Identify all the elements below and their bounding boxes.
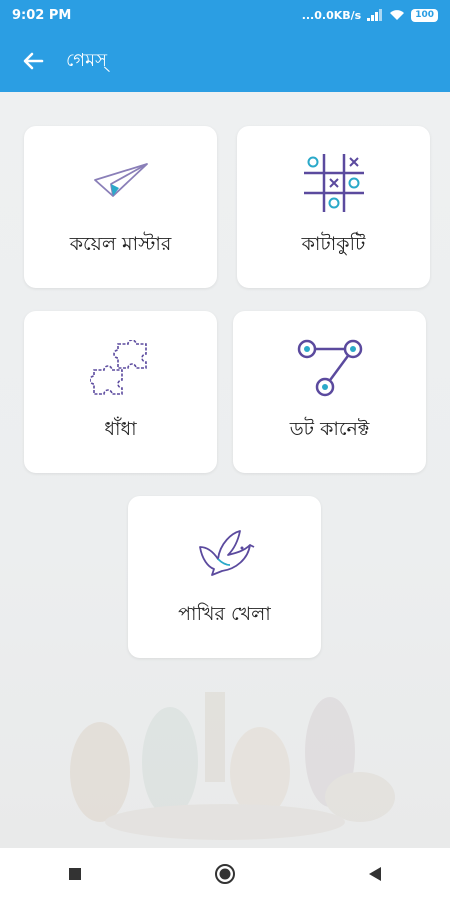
triangle-back-icon (369, 867, 381, 881)
game-label-coil-master: কয়েল মাস্টার (69, 233, 172, 255)
paper-plane-icon (86, 148, 156, 218)
back-button[interactable] (345, 854, 405, 894)
background-people-illustration (70, 692, 395, 840)
game-card-coil-master[interactable]: কয়েল মাস্টার (24, 126, 217, 288)
game-label-bird-game: পাখির খেলা (178, 603, 271, 625)
square-icon (69, 868, 81, 880)
signal-icon (367, 9, 383, 21)
puzzle-icon (86, 333, 156, 403)
battery-icon: 100 (411, 8, 438, 22)
network-speed: ...0.0KB/s (301, 8, 362, 22)
back-arrow-button[interactable] (8, 36, 58, 86)
game-label-puzzle: ধাঁধা (104, 418, 137, 440)
arrow-left-icon (23, 52, 44, 70)
circle-icon (215, 864, 235, 884)
game-card-tic-tac-toe[interactable]: কাটাকুটি (237, 126, 430, 288)
bird-icon (190, 518, 260, 588)
app-bar: গেমস্ (0, 30, 450, 92)
game-label-tic-tac-toe: কাটাকুটি (301, 233, 366, 255)
status-time: 9:02 PM (12, 7, 72, 23)
status-indicators: ...0.0KB/s 100 (301, 8, 438, 22)
game-card-bird-game[interactable]: পাখির খেলা (128, 496, 321, 658)
tic-tac-toe-icon (299, 148, 369, 218)
games-content: কয়েল মাস্টার কাটাকুটি ধাঁধা ডট কানেক্ট … (0, 92, 450, 848)
status-bar: 9:02 PM ...0.0KB/s 100 (0, 0, 450, 30)
home-button[interactable] (195, 854, 255, 894)
page-title: গেমস্ (66, 49, 107, 71)
wifi-icon (390, 10, 405, 20)
game-card-puzzle[interactable]: ধাঁধা (24, 311, 217, 473)
dot-connect-icon (295, 333, 365, 403)
system-nav-bar (0, 848, 450, 900)
recents-button[interactable] (45, 854, 105, 894)
game-label-dot-connect: ডট কানেক্ট (289, 418, 370, 440)
game-card-dot-connect[interactable]: ডট কানেক্ট (233, 311, 426, 473)
